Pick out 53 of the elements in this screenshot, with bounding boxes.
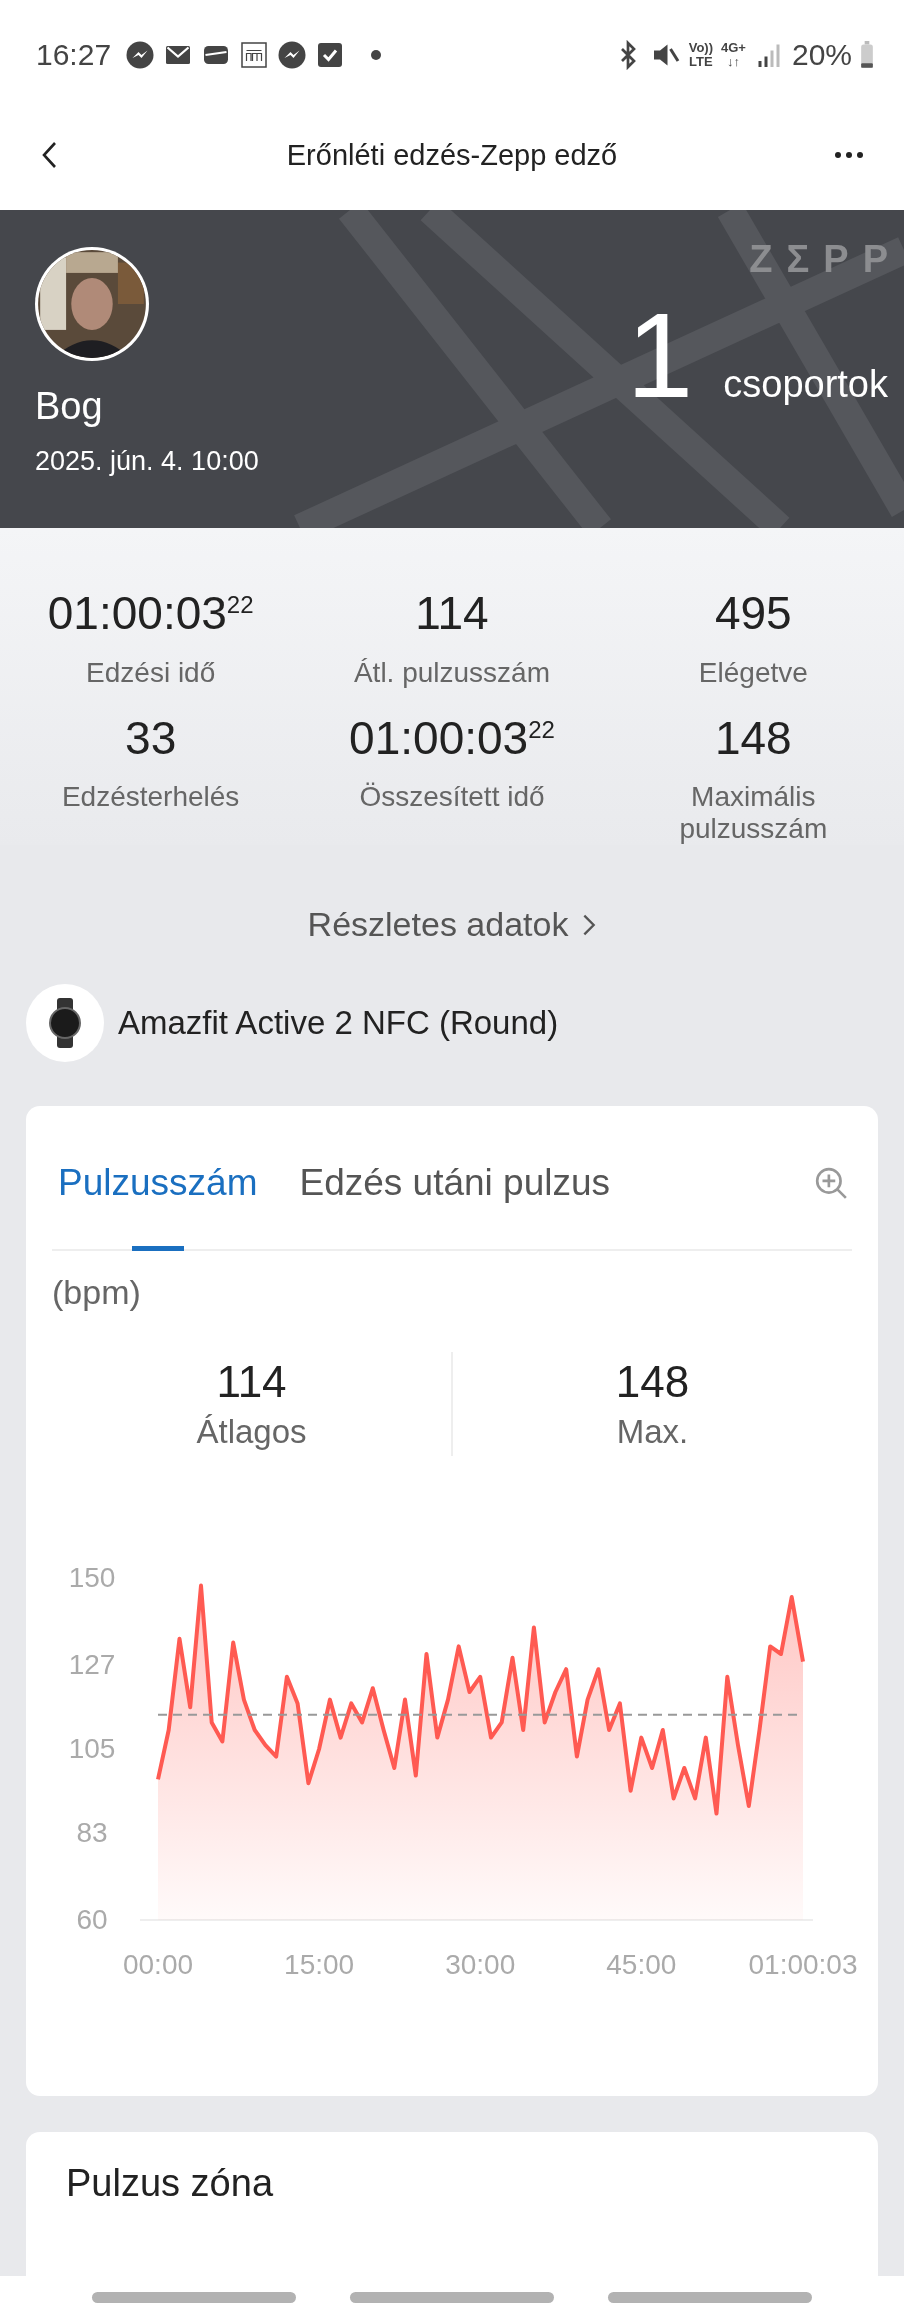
zoom-in-icon[interactable] xyxy=(814,1165,848,1200)
watch-icon xyxy=(26,984,104,1063)
status-time: 16:27 xyxy=(36,38,112,72)
page-title: Erőnléti edzés-Zepp edző xyxy=(286,138,618,172)
tab[interactable]: Pulzusszám xyxy=(52,1116,264,1250)
stat-value: 114 xyxy=(415,588,489,639)
y-tick-label: 60 xyxy=(76,1904,108,1936)
stat-label: Elégetve xyxy=(697,656,809,689)
battery-percent: 20% xyxy=(791,38,852,72)
unit-label: (bpm) xyxy=(52,1273,141,1313)
stat-value: 495 xyxy=(714,588,792,639)
stat-value: 148 xyxy=(714,712,792,764)
user-name: Bog xyxy=(35,385,103,428)
stat-label: Maximális pulzusszám xyxy=(678,781,829,846)
x-tick-label: 30:00 xyxy=(445,1949,516,1981)
card-title: Pulzus zóna xyxy=(66,2162,274,2206)
stat-label: Összesített idő xyxy=(358,781,546,814)
network-label: Vo)) LTE xyxy=(688,41,713,69)
summary-label: Átlagos xyxy=(196,1413,307,1452)
stat-label: Átl. pulzusszám xyxy=(352,656,551,689)
summary-label: Max. xyxy=(616,1413,689,1452)
more-icon[interactable] xyxy=(834,151,864,159)
summary-value: 148 xyxy=(615,1357,690,1408)
stat-value: 33 xyxy=(125,712,177,764)
y-tick-label: 150 xyxy=(68,1562,116,1594)
workout-date: 2025. jún. 4. 10:00 xyxy=(35,446,259,477)
network-label: 4G+ ↓↑ xyxy=(721,41,746,69)
group-label: csoportok xyxy=(723,363,888,406)
nav-handle[interactable] xyxy=(350,2292,554,2303)
x-tick-label: 01:00:03 xyxy=(748,1949,858,1981)
y-tick-label: 83 xyxy=(76,1816,108,1848)
chevron-icon xyxy=(582,912,597,937)
tab[interactable]: Edzés utáni pulzus xyxy=(293,1116,617,1250)
stat-value: 01:00:03$^{22}$ xyxy=(47,588,254,639)
y-tick-label: 127 xyxy=(68,1649,116,1681)
stat-label: Edzésterhelés xyxy=(60,781,241,814)
messenger-icon xyxy=(125,40,156,70)
dot-icon xyxy=(371,50,382,60)
x-tick-label: 45:00 xyxy=(606,1949,677,1981)
stat-value: 01:00:03$^{22}$ xyxy=(349,712,555,764)
x-tick-label: 15:00 xyxy=(284,1949,355,1981)
nav-handle[interactable] xyxy=(92,2292,296,2303)
details-link[interactable]: Részletes adatok xyxy=(307,905,597,945)
summary-value: 114 xyxy=(216,1357,287,1408)
group-count: 1 xyxy=(626,295,694,415)
brand-logo: ZΣPP xyxy=(749,238,902,281)
battery-icon xyxy=(860,41,874,69)
nav-handle[interactable] xyxy=(608,2292,812,2303)
messenger-icon xyxy=(277,40,308,70)
device-name: Amazfit Active 2 NFC (Round) xyxy=(118,1004,559,1043)
stat-label: Edzési idő xyxy=(85,656,217,689)
y-tick-label: 105 xyxy=(68,1733,116,1765)
x-tick-label: 00:00 xyxy=(122,1949,194,1981)
